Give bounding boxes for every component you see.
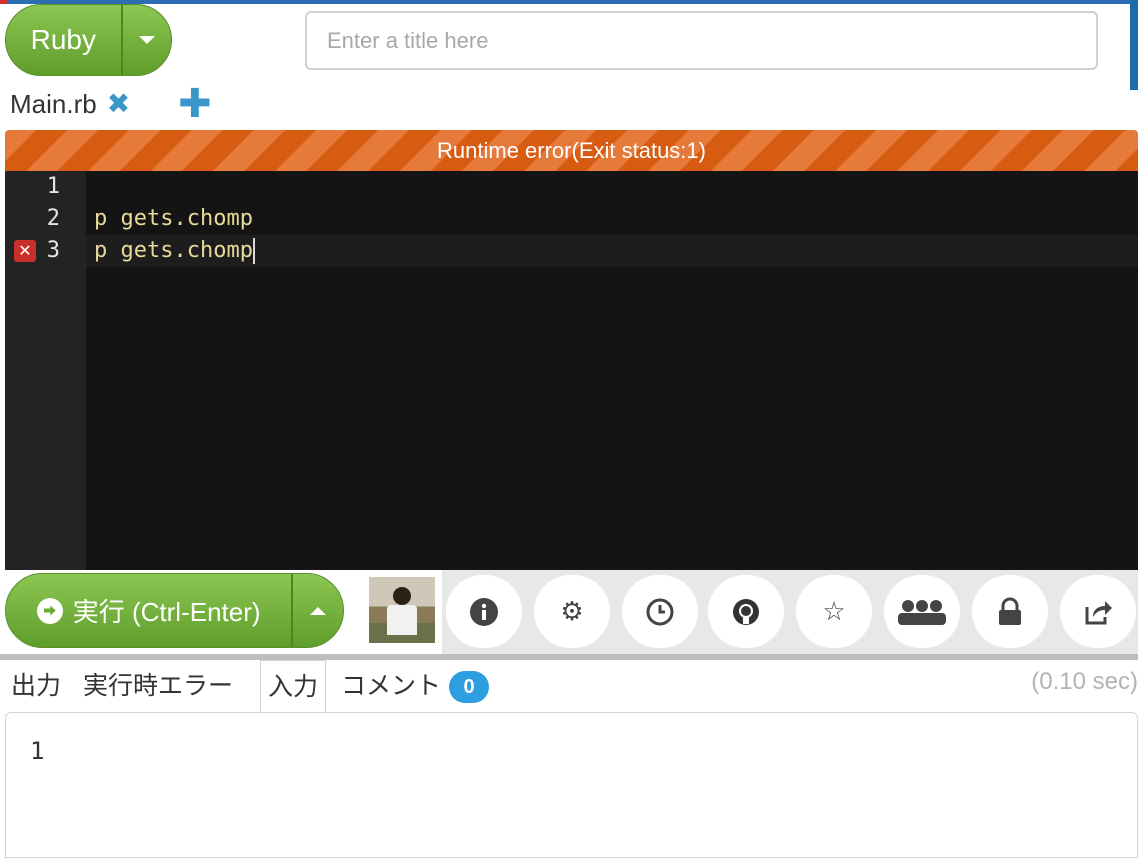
comment-count-badge: 0 xyxy=(449,671,490,704)
window-edge xyxy=(1130,0,1138,90)
icon-toolbar: ⚙ ☆ xyxy=(442,570,1138,656)
run-button-label: 実行 (Ctrl-Enter) xyxy=(72,597,261,627)
star-icon: ☆ xyxy=(822,596,846,626)
runtime-error-banner: Runtime error(Exit status:1) xyxy=(5,130,1138,171)
tab-runtime-error[interactable]: 実行時エラー xyxy=(76,660,240,712)
settings-button[interactable]: ⚙ xyxy=(534,575,610,648)
output-tabs: 出力 実行時エラー 入力 コメント 0 (0.10 sec) xyxy=(0,660,1138,713)
code-editor[interactable]: 1 2 3 ✕ p gets.chomp p gets.chomp xyxy=(5,171,1138,570)
file-tab-label[interactable]: Main.rb xyxy=(10,89,97,120)
gear-icon: ⚙ xyxy=(560,596,584,626)
run-button[interactable]: 実行 (Ctrl-Enter) xyxy=(5,573,344,648)
elapsed-time: (0.10 sec) xyxy=(1031,668,1138,695)
info-button[interactable] xyxy=(446,575,522,648)
tab-comment-label: コメント xyxy=(341,672,442,700)
input-text[interactable]: 1 xyxy=(30,737,1113,765)
clock-icon xyxy=(646,598,674,625)
run-options-toggle[interactable] xyxy=(291,574,343,647)
action-toolbar: 実行 (Ctrl-Enter) ⚙ ☆ xyxy=(0,570,1138,656)
users-icon xyxy=(898,599,946,625)
code-line-active[interactable]: p gets.chomp xyxy=(86,235,1138,267)
run-arrow-icon xyxy=(36,597,63,624)
line-number: 1 xyxy=(46,174,60,199)
code-line-text[interactable]: p gets.chomp xyxy=(94,238,253,263)
language-select-button[interactable]: Ruby xyxy=(5,4,172,76)
chevron-up-icon xyxy=(310,606,327,615)
tab-output[interactable]: 出力 xyxy=(4,660,68,712)
line-number: 2 xyxy=(46,206,60,231)
status-message: Runtime error(Exit status:1) xyxy=(437,137,706,163)
tab-comment[interactable]: コメント 0 xyxy=(334,660,496,712)
github-button[interactable] xyxy=(708,575,784,648)
title-input[interactable] xyxy=(305,11,1098,70)
code-line[interactable] xyxy=(86,171,94,203)
lock-icon xyxy=(999,597,1021,625)
avatar[interactable] xyxy=(369,577,435,643)
share-button[interactable] xyxy=(1060,575,1136,648)
tab-input[interactable]: 入力 xyxy=(260,660,327,713)
chevron-down-icon xyxy=(138,36,155,44)
language-dropdown-toggle[interactable] xyxy=(120,5,171,75)
code-line[interactable]: p gets.chomp xyxy=(86,203,253,235)
run-button-main[interactable]: 実行 (Ctrl-Enter) xyxy=(6,574,291,647)
input-panel[interactable]: 1 xyxy=(5,712,1138,858)
error-marker-icon: ✕ xyxy=(14,240,36,262)
info-icon xyxy=(470,597,498,626)
top-strip xyxy=(0,0,1138,4)
close-icon[interactable]: ✖ xyxy=(107,90,130,118)
history-button[interactable] xyxy=(622,575,698,648)
users-button[interactable] xyxy=(884,575,960,648)
language-label[interactable]: Ruby xyxy=(6,5,121,75)
text-cursor xyxy=(252,238,255,264)
star-button[interactable]: ☆ xyxy=(796,575,872,648)
file-tab-main[interactable]: Main.rb ✖ xyxy=(10,88,130,120)
lock-button[interactable] xyxy=(972,575,1048,648)
add-file-icon[interactable]: ✚ xyxy=(178,84,212,124)
share-icon xyxy=(1085,600,1112,624)
github-icon xyxy=(733,598,759,625)
